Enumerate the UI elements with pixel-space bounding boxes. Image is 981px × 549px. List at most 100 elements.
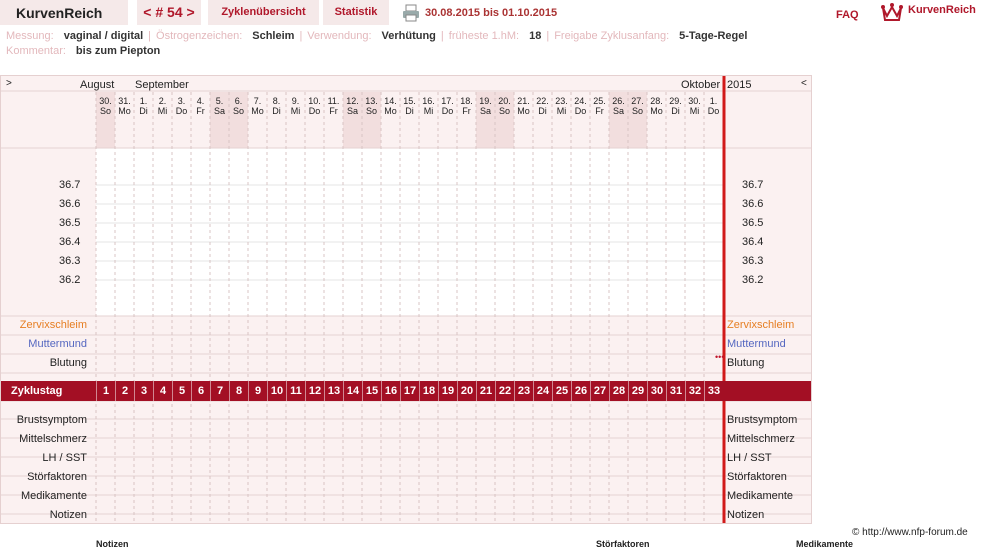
day-date: 28. <box>650 96 663 106</box>
separator: | <box>546 30 550 42</box>
day-header[interactable]: 25. Fr <box>590 96 609 116</box>
faq-link[interactable]: FAQ <box>836 9 859 21</box>
zyklustag-number[interactable]: 27 <box>590 381 609 401</box>
zyklustag-number[interactable]: 24 <box>533 381 552 401</box>
day-header[interactable]: 18. Fr <box>457 96 476 116</box>
zyklustag-number[interactable]: 23 <box>514 381 533 401</box>
zyklustag-number[interactable]: 30 <box>647 381 666 401</box>
day-header[interactable]: 7. Mo <box>248 96 267 116</box>
zyklustag-number[interactable]: 16 <box>381 381 400 401</box>
day-header[interactable]: 12. Sa <box>343 96 362 116</box>
day-header[interactable]: 26. Sa <box>609 96 628 116</box>
row-label-bottom-right: Medikamente <box>727 490 794 502</box>
day-header[interactable]: 31. Mo <box>115 96 134 116</box>
zyklustag-number[interactable]: 33 <box>704 381 723 401</box>
day-header[interactable]: 1. Do <box>704 96 723 116</box>
day-header[interactable]: 6. So <box>229 96 248 116</box>
zyklustag-number[interactable]: 7 <box>210 381 229 401</box>
day-header[interactable]: 3. Do <box>172 96 191 116</box>
zyklustag-number[interactable]: 5 <box>172 381 191 401</box>
day-header[interactable]: 30. Mi <box>685 96 704 116</box>
zyklustag-number[interactable]: 8 <box>229 381 248 401</box>
temperature-label-right: 36.6 <box>742 198 764 210</box>
day-header[interactable]: 21. Mo <box>514 96 533 116</box>
day-header[interactable]: 9. Mi <box>286 96 305 116</box>
zyklustag-number[interactable]: 31 <box>666 381 685 401</box>
day-header[interactable]: 19. Sa <box>476 96 495 116</box>
day-header[interactable]: 4. Fr <box>191 96 210 116</box>
zyklustag-number[interactable]: 15 <box>362 381 381 401</box>
row-label-bottom-right: Brustsymptom <box>727 414 798 426</box>
zyklustag-number[interactable]: 2 <box>115 381 134 401</box>
zyklustag-number[interactable]: 21 <box>476 381 495 401</box>
zyklustag-number[interactable]: 29 <box>628 381 647 401</box>
zyklustag-number[interactable]: 22 <box>495 381 514 401</box>
temperature-label-right: 36.7 <box>742 179 764 191</box>
day-header[interactable]: 5. Sa <box>210 96 229 116</box>
zyklustag-number[interactable]: 10 <box>267 381 286 401</box>
zyklustag-number[interactable]: 32 <box>685 381 704 401</box>
crown-logo-icon[interactable] <box>880 2 904 22</box>
day-header[interactable]: 10. Do <box>305 96 324 116</box>
day-header[interactable]: 14. Mo <box>381 96 400 116</box>
app-title[interactable]: KurvenReich <box>0 0 128 25</box>
zyklustag-number[interactable]: 9 <box>248 381 267 401</box>
row-label-bottom: LH / SST <box>42 452 87 464</box>
day-header[interactable]: 15. Di <box>400 96 419 116</box>
day-weekday: Sa <box>479 106 491 116</box>
day-header[interactable]: 2. Mi <box>153 96 172 116</box>
zyklustag-number[interactable]: 18 <box>419 381 438 401</box>
zyklustag-number[interactable]: 11 <box>286 381 305 401</box>
chart-prev-button[interactable]: > <box>6 78 12 89</box>
copyright[interactable]: © http://www.nfp-forum.de <box>852 527 968 538</box>
day-header[interactable]: 22. Di <box>533 96 552 116</box>
zyklustag-number[interactable]: 4 <box>153 381 172 401</box>
day-header[interactable]: 24. Do <box>571 96 590 116</box>
blutung-marker[interactable]: ••• <box>715 352 724 362</box>
printer-icon[interactable] <box>402 4 420 22</box>
zyklustag-number[interactable]: 17 <box>400 381 419 401</box>
logo-text[interactable]: KurvenReich <box>908 4 976 16</box>
day-header[interactable]: 23. Mi <box>552 96 571 116</box>
day-weekday: Di <box>272 106 281 116</box>
zyklustag-number[interactable]: 20 <box>457 381 476 401</box>
day-header[interactable]: 28. Mo <box>647 96 666 116</box>
zyklustag-number[interactable]: 6 <box>191 381 210 401</box>
day-header[interactable]: 27. So <box>628 96 647 116</box>
row-label-bottom: Notizen <box>49 509 87 521</box>
day-header[interactable]: 1. Di <box>134 96 153 116</box>
temperature-label-left: 36.2 <box>59 274 81 286</box>
chart-next-button[interactable]: < <box>801 78 807 89</box>
zyklustag-label: Zyklustag <box>11 385 63 397</box>
zyklustag-number[interactable]: 25 <box>552 381 571 401</box>
tab-zyklenuebersicht[interactable]: Zyklenübersicht <box>208 0 319 25</box>
temperature-label-right: 36.5 <box>742 217 764 229</box>
zyklustag-number[interactable]: 3 <box>134 381 153 401</box>
day-header[interactable]: 8. Di <box>267 96 286 116</box>
zyklustag-number[interactable]: 1 <box>96 381 115 401</box>
day-header[interactable]: 13. So <box>362 96 381 116</box>
day-weekday: So <box>99 106 111 116</box>
day-weekday: Do <box>707 106 720 116</box>
day-header[interactable]: 29. Di <box>666 96 685 116</box>
day-date: 7. <box>253 96 262 106</box>
frueheste-label: früheste 1.hM: <box>448 30 520 42</box>
zyklustag-number[interactable]: 26 <box>571 381 590 401</box>
zyklustag-number[interactable]: 19 <box>438 381 457 401</box>
day-weekday: Do <box>175 106 188 116</box>
day-header[interactable]: 16. Mi <box>419 96 438 116</box>
day-header[interactable]: 20. So <box>495 96 514 116</box>
day-header[interactable]: 17. Do <box>438 96 457 116</box>
zyklustag-number[interactable]: 12 <box>305 381 324 401</box>
temperature-label-left: 36.7 <box>59 179 81 191</box>
zyklustag-number[interactable]: 14 <box>343 381 362 401</box>
cycle-navigator[interactable]: < # 54 > <box>137 0 201 25</box>
row-label-bottom-right: Notizen <box>727 509 765 521</box>
day-header[interactable]: 30. So <box>96 96 115 116</box>
meta-row-2: Kommentar: bis zum Piepton <box>6 45 160 57</box>
row-label-blutung: Blutung <box>49 357 87 369</box>
zyklustag-number[interactable]: 28 <box>609 381 628 401</box>
zyklustag-number[interactable]: 13 <box>324 381 343 401</box>
tab-statistik[interactable]: Statistik <box>323 0 389 25</box>
day-header[interactable]: 11. Fr <box>324 96 343 116</box>
